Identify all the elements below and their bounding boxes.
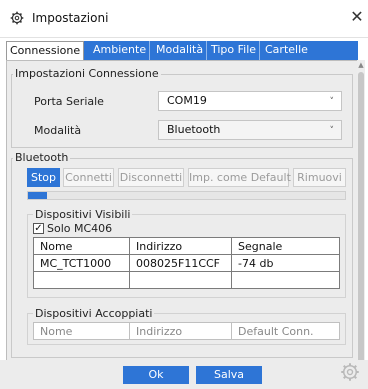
paired-devices-title: Dispositivi Accoppiati [33, 307, 155, 320]
port-label: Porta Seriale [34, 95, 104, 108]
tab-connessione[interactable]: Connessione [6, 41, 85, 61]
table-header-row: Nome Indirizzo Default Conn. [33, 322, 340, 340]
tab-strip: Connessione Ambiente Modalità Tipo File … [6, 41, 358, 61]
stop-button[interactable]: Stop [27, 168, 60, 187]
port-value: COM19 [167, 94, 207, 107]
scan-progress-fill [28, 192, 48, 199]
tab-tipo-file[interactable]: Tipo File [208, 41, 261, 60]
mode-select[interactable]: Bluetooth ˅ [158, 120, 342, 140]
visible-devices-title: Dispositivi Visibili [33, 208, 133, 221]
empty-cell [33, 271, 130, 289]
device-signal-cell: -74 db [231, 254, 340, 272]
vertical-scrollbar[interactable]: ▲ ▼ [357, 60, 365, 378]
save-button[interactable]: Salva [196, 366, 262, 384]
device-address-cell: 008025F11CCF [129, 254, 232, 272]
gear-icon[interactable] [340, 362, 360, 382]
table-row-empty[interactable] [33, 271, 340, 289]
mode-label: Modalità [34, 124, 82, 137]
column-header-indirizzo[interactable]: Indirizzo [129, 237, 232, 255]
column-header-segnale[interactable]: Segnale [231, 237, 340, 255]
connection-group-title: Impostazioni Connessione [13, 67, 161, 80]
paired-devices-table: Nome Indirizzo Default Conn. [33, 322, 340, 340]
connect-button[interactable]: Connetti [63, 168, 114, 187]
window-title: Impostazioni [32, 11, 109, 25]
tab-cartelle[interactable]: Cartelle [262, 41, 311, 60]
empty-cell [129, 271, 232, 289]
table-row[interactable]: MC_TCT1000 008025F11CCF -74 db [33, 254, 340, 272]
column-header-nome[interactable]: Nome [33, 237, 130, 255]
chevron-down-icon: ˅ [329, 97, 335, 107]
empty-cell [231, 271, 340, 289]
solo-mc406-label: Solo MC406 [47, 222, 113, 235]
ok-button[interactable]: Ok [123, 366, 189, 384]
scroll-up-icon[interactable]: ▲ [357, 61, 365, 69]
tab-modalita[interactable]: Modalità [153, 41, 208, 60]
bluetooth-group-title: Bluetooth [13, 151, 71, 164]
chevron-down-icon: ˅ [329, 126, 335, 136]
column-header-nome[interactable]: Nome [33, 322, 130, 340]
mode-value: Bluetooth [167, 123, 221, 136]
table-header-row: Nome Indirizzo Segnale [33, 237, 340, 255]
port-select[interactable]: COM19 ˅ [158, 91, 342, 111]
scan-progress-bar [27, 191, 346, 200]
tab-ambiente[interactable]: Ambiente [90, 41, 151, 60]
column-header-indirizzo[interactable]: Indirizzo [129, 322, 232, 340]
solo-mc406-checkbox[interactable]: ✓ [33, 223, 44, 234]
gear-icon [10, 11, 24, 25]
set-default-button[interactable]: Imp. come Default [188, 168, 291, 187]
scrollbar-thumb[interactable] [358, 72, 364, 368]
visible-devices-table: Nome Indirizzo Segnale MC_TCT1000 008025… [33, 237, 340, 289]
remove-button[interactable]: Rimuovi [293, 168, 346, 187]
disconnect-button[interactable]: Disconnetti [118, 168, 184, 187]
title-bar: Impostazioni ✕ [0, 0, 368, 38]
column-header-default-conn[interactable]: Default Conn. [231, 322, 340, 340]
close-icon[interactable]: ✕ [350, 8, 364, 26]
device-name-cell: MC_TCT1000 [33, 254, 130, 272]
